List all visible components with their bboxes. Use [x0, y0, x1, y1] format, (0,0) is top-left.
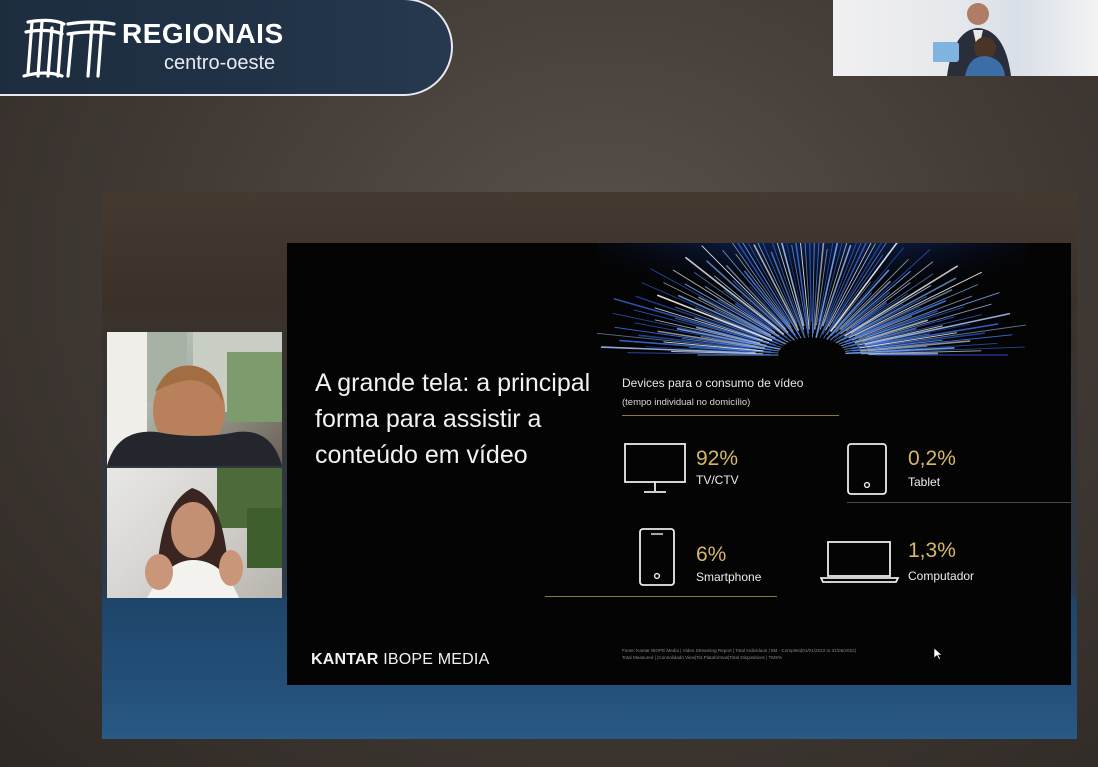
- tv-label: TV/CTV: [696, 473, 739, 487]
- computer-percent: 1,3%: [908, 539, 956, 562]
- smartphone-percent: 6%: [696, 543, 727, 566]
- video-stage: A grande tela: a principal forma para as…: [102, 192, 1077, 739]
- divider-rule: [847, 502, 1071, 503]
- laptop-icon: [820, 541, 900, 583]
- tablet-icon: [847, 443, 887, 495]
- presentation-slide: A grande tela: a principal forma para as…: [287, 243, 1071, 685]
- participant-2-video-icon: [145, 468, 282, 598]
- tv-percent: 92%: [696, 447, 739, 470]
- participant-thumbnail[interactable]: [833, 0, 1098, 76]
- tablet-percent: 0,2%: [908, 447, 956, 470]
- participant-video-icon: [933, 3, 1011, 76]
- source-line-2: Total Measured | |Consolidado View|Tot.P…: [622, 655, 783, 660]
- regionais-logo-icon: [22, 18, 116, 78]
- participant-camera-2[interactable]: [107, 468, 282, 598]
- divider-rule: [622, 415, 839, 416]
- brand-subtitle: centro-oeste: [164, 52, 276, 74]
- kantar-logo-left: KANTAR: [311, 651, 379, 668]
- slide-headline: A grande tela: a principal forma para as…: [315, 369, 591, 469]
- mouse-cursor-icon: [934, 648, 942, 660]
- devices-subtitle: (tempo individual no domicílio): [622, 397, 751, 408]
- participant-1-video-icon: [107, 332, 282, 466]
- kantar-logo-right: IBOPE MEDIA: [383, 651, 490, 668]
- brand-title: REGIONAIS: [122, 18, 284, 49]
- tablet-label: Tablet: [908, 475, 941, 489]
- smartphone-icon: [639, 528, 675, 586]
- tv-icon: [624, 443, 686, 493]
- source-note: Fonte: Kantar IBOPE Media | Video Stream…: [622, 647, 952, 661]
- kantar-logo: KANTAR IBOPE MEDIA: [311, 651, 489, 669]
- devices-title: Devices para o consumo de vídeo: [622, 376, 804, 390]
- source-line-1: Fonte: Kantar IBOPE Media | Video Stream…: [622, 648, 856, 653]
- computer-label: Computador: [908, 569, 975, 583]
- event-banner: REGIONAIS centro-oeste: [0, 0, 453, 96]
- smartphone-label: Smartphone: [696, 570, 762, 584]
- participant-camera-1[interactable]: [107, 332, 282, 466]
- divider-rule: [545, 596, 777, 597]
- light-burst-decoration: [597, 243, 1027, 356]
